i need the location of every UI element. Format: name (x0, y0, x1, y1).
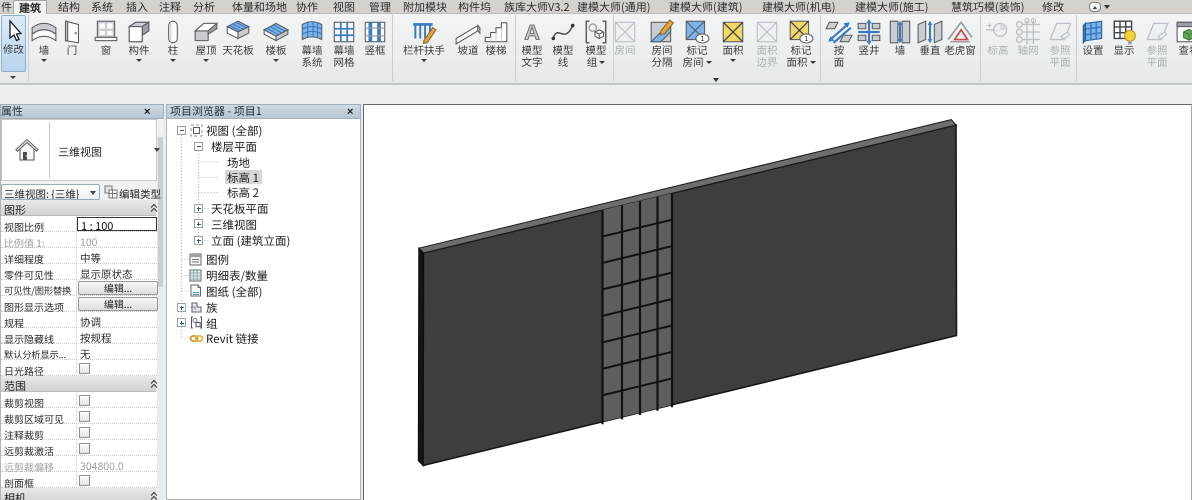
svg-text:1: 1 (700, 34, 704, 43)
svg-text:A: A (524, 20, 540, 45)
svg-text:1: 1 (804, 34, 808, 43)
